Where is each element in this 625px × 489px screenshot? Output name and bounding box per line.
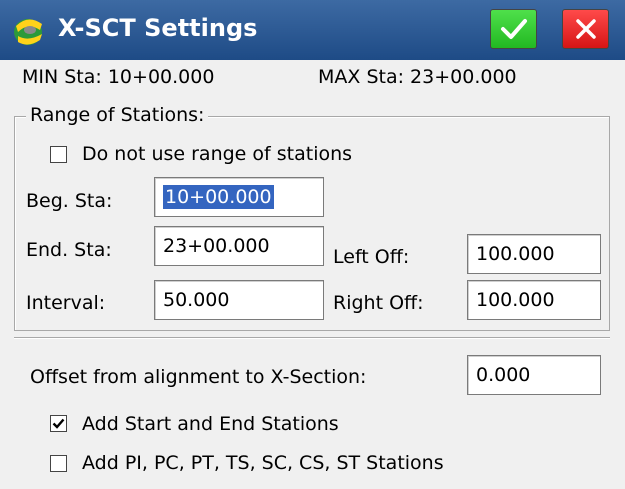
ok-button[interactable]: [490, 9, 537, 49]
add-start-end-label: Add Start and End Stations: [82, 413, 339, 435]
end-sta-field[interactable]: 23+00.000: [154, 226, 324, 266]
left-off-field[interactable]: 100.000: [467, 234, 601, 274]
offset-label: Offset from alignment to X-Section:: [30, 366, 367, 388]
window-title: X-SCT Settings: [58, 14, 258, 42]
max-sta-label: MAX Sta: 23+00.000: [318, 66, 517, 88]
app-logo-icon: [10, 12, 48, 50]
right-off-label: Right Off:: [333, 292, 424, 314]
add-start-end-checkbox[interactable]: [50, 415, 67, 432]
min-sta-label: MIN Sta: 10+00.000: [22, 66, 215, 88]
no-range-checkbox[interactable]: [50, 146, 67, 163]
add-pi-checkbox[interactable]: [50, 455, 67, 472]
interval-label: Interval:: [26, 292, 106, 314]
interval-field[interactable]: 50.000: [154, 280, 324, 320]
end-sta-label: End. Sta:: [26, 239, 112, 261]
separator: [14, 337, 610, 339]
left-off-label: Left Off:: [333, 246, 410, 268]
right-off-field[interactable]: 100.000: [467, 280, 601, 320]
beg-sta-value: 10+00.000: [163, 185, 274, 209]
no-range-label: Do not use range of stations: [82, 143, 353, 165]
checkmark-icon: [52, 418, 65, 429]
range-of-stations-legend: Range of Stations:: [26, 104, 209, 126]
title-bar: X-SCT Settings: [0, 0, 625, 60]
close-icon: [575, 19, 596, 39]
close-button[interactable]: [562, 9, 609, 49]
offset-field[interactable]: 0.000: [467, 355, 601, 395]
beg-sta-label: Beg. Sta:: [26, 190, 113, 212]
check-icon: [500, 19, 527, 39]
beg-sta-field[interactable]: 10+00.000: [154, 177, 324, 217]
add-pi-label: Add PI, PC, PT, TS, SC, CS, ST Stations: [82, 452, 444, 474]
